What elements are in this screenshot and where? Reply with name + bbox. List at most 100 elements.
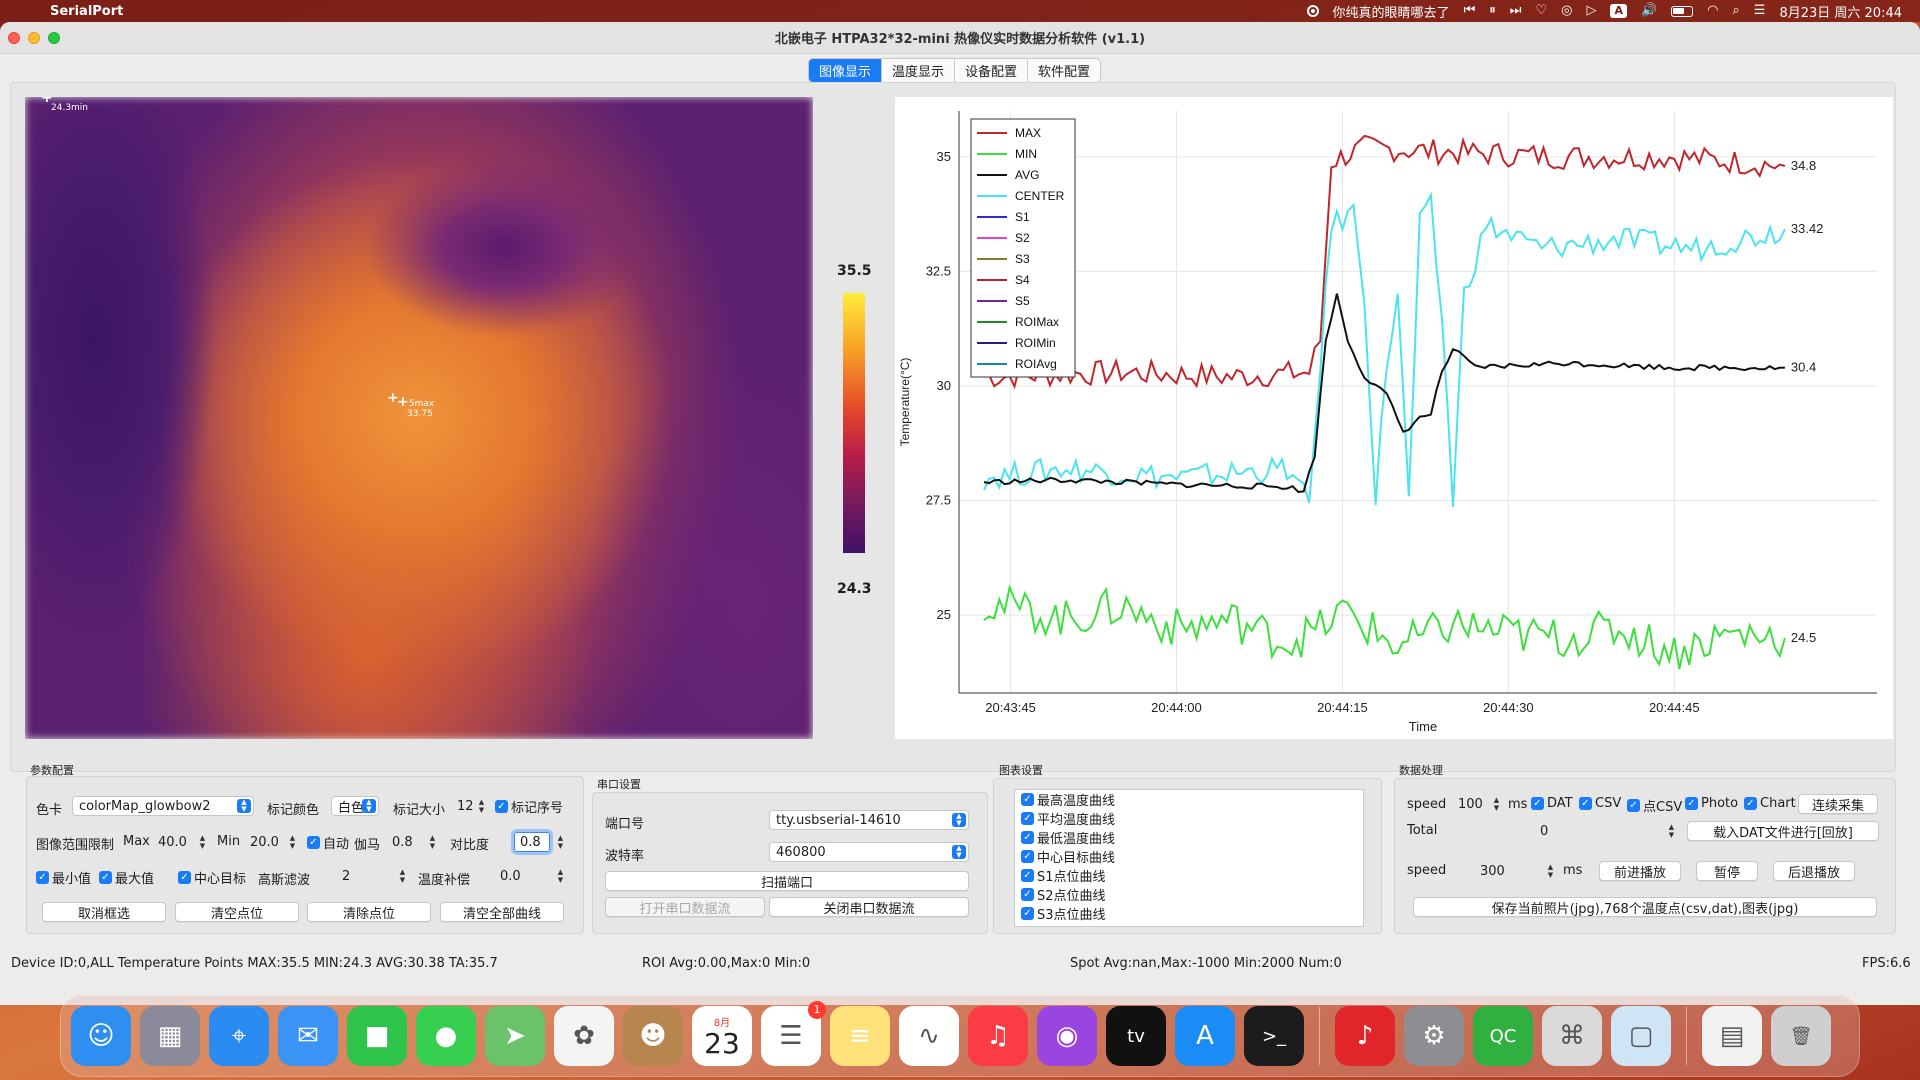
min-value-checkbox[interactable]: ✓ 最小值 (36, 868, 91, 887)
tab-software-config[interactable]: 软件配置 (1028, 59, 1100, 82)
capture-speed-stepper[interactable]: ▲ ▼ (1491, 794, 1502, 814)
messages-icon[interactable]: ● (416, 1006, 476, 1066)
curve-checkbox-4[interactable]: ✓ S1点位曲线 (1015, 866, 1363, 885)
remove-points-button[interactable]: 清除点位 (307, 902, 431, 922)
control-center-icon[interactable]: ☰ (1754, 0, 1766, 22)
gamma-stepper[interactable]: ▲ ▼ (427, 832, 438, 852)
range-max-input[interactable]: 40.0 (153, 832, 191, 852)
music-icon[interactable]: ♫ (968, 1006, 1028, 1066)
serial-tool-icon[interactable]: ⌘ (1542, 1006, 1602, 1066)
clear-points-button[interactable]: 清空点位 (175, 902, 299, 922)
input-source-icon[interactable]: A (1610, 4, 1627, 18)
gauss-filter-input[interactable]: 2 (337, 866, 397, 886)
mark-size-input[interactable]: 12 (452, 796, 476, 816)
mail-icon[interactable]: ✉ (278, 1006, 338, 1066)
scan-ports-button[interactable]: 扫描端口 (605, 871, 969, 891)
contacts-icon[interactable]: ☻ (623, 1006, 683, 1066)
curve-checkbox-1[interactable]: ✓ 平均温度曲线 (1015, 809, 1363, 828)
reminders-icon[interactable]: ☰ 1 (761, 1001, 826, 1066)
colormap-select[interactable]: colorMap_glowbow2 ▲ ▼ (72, 796, 254, 816)
mark-size-stepper[interactable]: ▲ ▼ (476, 796, 487, 816)
curve-checkbox-list[interactable]: ✓ 最高温度曲线 ✓ 平均温度曲线 ✓ 最低温度曲线 ✓ 中心目标曲线 ✓ S1点位曲线 ✓ S2点位… (1014, 789, 1364, 927)
temp-compensation-input[interactable]: 0.0 (495, 866, 551, 886)
total-stepper[interactable]: ▲ ▼ (1666, 821, 1677, 841)
temperature-chart[interactable]: 20:43:45 20:44:00 20:44:15 20:44:30 20:44:45… (895, 97, 1893, 739)
mark-color-select[interactable]: 白色 ▲ ▼ (331, 796, 379, 816)
launchpad-icon[interactable]: ▦ (140, 1006, 200, 1066)
clear-all-curves-button[interactable]: 清空全部曲线 (440, 902, 564, 922)
port-select[interactable]: tty.usbserial-14610 ▲ ▼ (769, 810, 969, 830)
curve-checkbox-0[interactable]: ✓ 最高温度曲线 (1015, 790, 1363, 809)
facetime-icon[interactable]: ■ (347, 1006, 407, 1066)
max-value-checkbox[interactable]: ✓ 最大值 (99, 868, 154, 887)
pause-playback-button[interactable]: 暂停 (1696, 861, 1758, 881)
now-playing-text[interactable]: 你纯真的眼睛哪去了 (1333, 2, 1450, 21)
recent-screenshot-icon[interactable]: ▤ (1702, 1006, 1762, 1066)
netease-music-icon[interactable]: ♪ (1335, 1006, 1395, 1066)
baud-rate-select[interactable]: 460800 ▲ ▼ (769, 842, 969, 862)
open-serial-stream-button[interactable]: 打开串口数据流 (605, 897, 765, 917)
calendar-icon[interactable]: 8月 23 (692, 1006, 752, 1066)
battery-icon[interactable] (1671, 5, 1694, 17)
range-min-input[interactable]: 20.0 (245, 832, 283, 852)
terminal-icon[interactable]: >_ (1244, 1006, 1304, 1066)
range-max-stepper[interactable]: ▲ ▼ (197, 832, 208, 852)
playback-speed-stepper[interactable]: ▲ ▼ (1545, 861, 1556, 881)
next-track-icon[interactable]: ⏭ (1510, 0, 1522, 22)
curve-checkbox-2[interactable]: ✓ 最低温度曲线 (1015, 828, 1363, 847)
window-app-icon[interactable]: ▢ (1611, 1006, 1671, 1066)
app-name-menu[interactable]: SerialPort (50, 4, 123, 19)
heart-icon[interactable]: ♡ (1535, 0, 1547, 22)
playback-speed-input[interactable]: 300 (1475, 861, 1545, 881)
csv-checkbox[interactable]: ✓ CSV (1579, 796, 1621, 811)
tab-image-display[interactable]: 图像显示 (809, 59, 883, 82)
podcasts-icon[interactable]: ◉ (1037, 1006, 1097, 1066)
capture-speed-input[interactable]: 100 (1453, 794, 1487, 814)
close-window-button[interactable] (8, 31, 20, 44)
trash-icon[interactable]: 🗑 (1771, 1006, 1831, 1066)
curve-checkbox-5[interactable]: ✓ S2点位曲线 (1015, 885, 1363, 904)
pause-icon[interactable]: ⏸ (1489, 0, 1496, 22)
range-min-stepper[interactable]: ▲ ▼ (287, 832, 298, 852)
photos-icon[interactable]: ✿ (554, 1006, 614, 1066)
play-circle-icon[interactable]: ▷ (1586, 0, 1596, 22)
load-dat-playback-button[interactable]: 载入DAT文件进行[回放] (1687, 821, 1879, 841)
forward-play-button[interactable]: 前进播放 (1599, 861, 1681, 881)
point-csv-checkbox[interactable]: ✓ 点CSV (1627, 796, 1682, 815)
tab-temperature-display[interactable]: 温度显示 (882, 59, 956, 82)
contrast-input[interactable]: 0.8 (511, 829, 553, 855)
freeform-icon[interactable]: ∿ (899, 1006, 959, 1066)
cancel-selection-button[interactable]: 取消框选 (42, 902, 166, 922)
zoom-window-button[interactable] (48, 31, 60, 44)
chart-checkbox[interactable]: ✓ Chart (1744, 796, 1796, 811)
appletv-icon[interactable]: tv (1106, 1006, 1166, 1066)
notes-icon[interactable]: ≡ (830, 1006, 890, 1066)
screen-record-icon[interactable] (1306, 5, 1319, 17)
close-serial-stream-button[interactable]: 关闭串口数据流 (769, 897, 969, 917)
photo-checkbox[interactable]: ✓ Photo (1685, 796, 1738, 811)
wifi-icon[interactable]: ◠ (1707, 0, 1718, 22)
center-target-checkbox[interactable]: ✓ 中心目标 (178, 868, 246, 887)
gauss-filter-stepper[interactable]: ▲ ▼ (397, 866, 408, 886)
backward-play-button[interactable]: 后退播放 (1773, 861, 1855, 881)
safari-icon[interactable]: ⌖ (209, 1006, 269, 1066)
temp-compensation-stepper[interactable]: ▲ ▼ (555, 866, 566, 886)
dat-checkbox[interactable]: ✓ DAT (1531, 796, 1573, 811)
maps-icon[interactable]: ➤ (485, 1006, 545, 1066)
curve-checkbox-3[interactable]: ✓ 中心目标曲线 (1015, 847, 1363, 866)
menu-clock[interactable]: 8月23日 周六 20:44 (1779, 2, 1902, 21)
previous-track-icon[interactable]: ⏮ (1464, 0, 1476, 22)
total-input[interactable]: 0 (1535, 821, 1673, 841)
gamma-input[interactable]: 0.8 (387, 832, 423, 852)
finder-icon[interactable]: ☺ (71, 1006, 131, 1066)
system-settings-icon[interactable]: ⚙ (1404, 1006, 1464, 1066)
spotlight-search-icon[interactable]: ⌕ (1733, 0, 1740, 22)
netease-menu-icon[interactable]: ◎ (1561, 0, 1572, 22)
auto-range-checkbox[interactable]: ✓ 自动 (307, 833, 349, 852)
tab-device-config[interactable]: 设备配置 (955, 59, 1029, 82)
appstore-icon[interactable]: A (1175, 1006, 1235, 1066)
continuous-capture-button[interactable]: 连续采集 (1798, 794, 1878, 814)
minimize-window-button[interactable] (28, 31, 40, 44)
volume-icon[interactable]: 🔊 (1641, 0, 1657, 22)
curve-checkbox-6[interactable]: ✓ S3点位曲线 (1015, 904, 1363, 923)
